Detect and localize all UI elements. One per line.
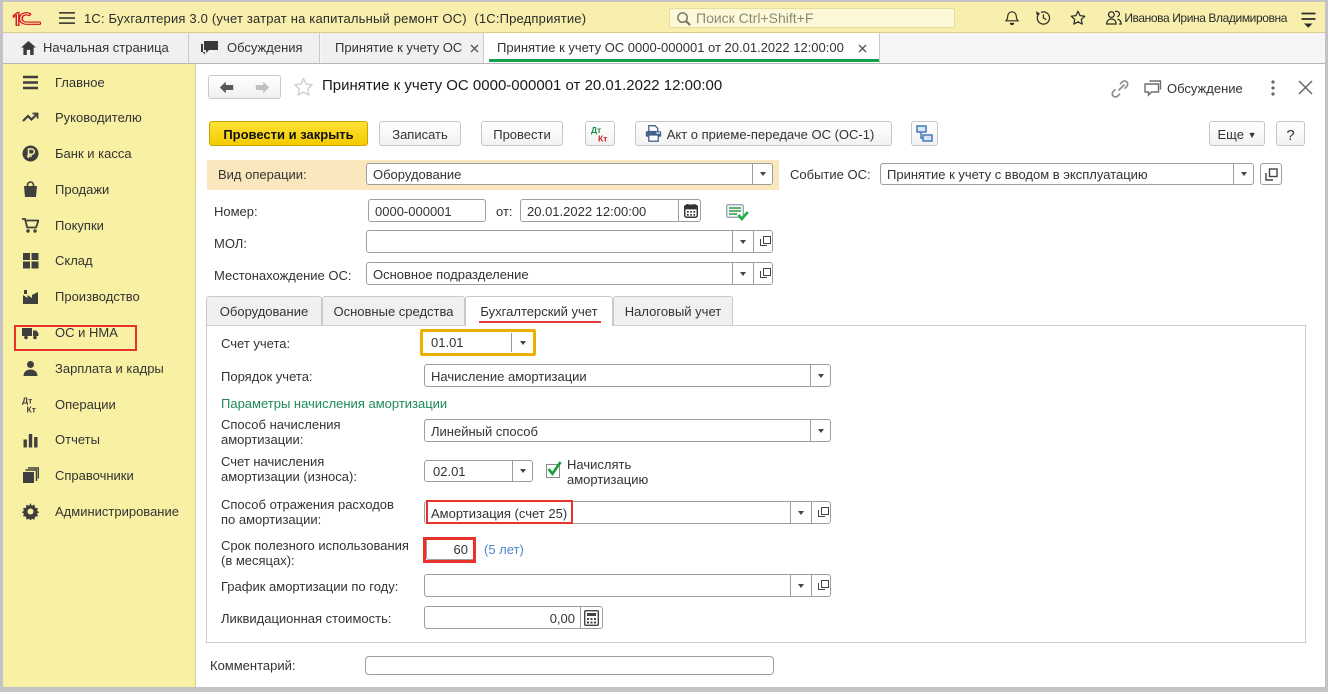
svg-text:Кт: Кт	[27, 405, 36, 414]
svg-text:Кт: Кт	[598, 134, 607, 144]
